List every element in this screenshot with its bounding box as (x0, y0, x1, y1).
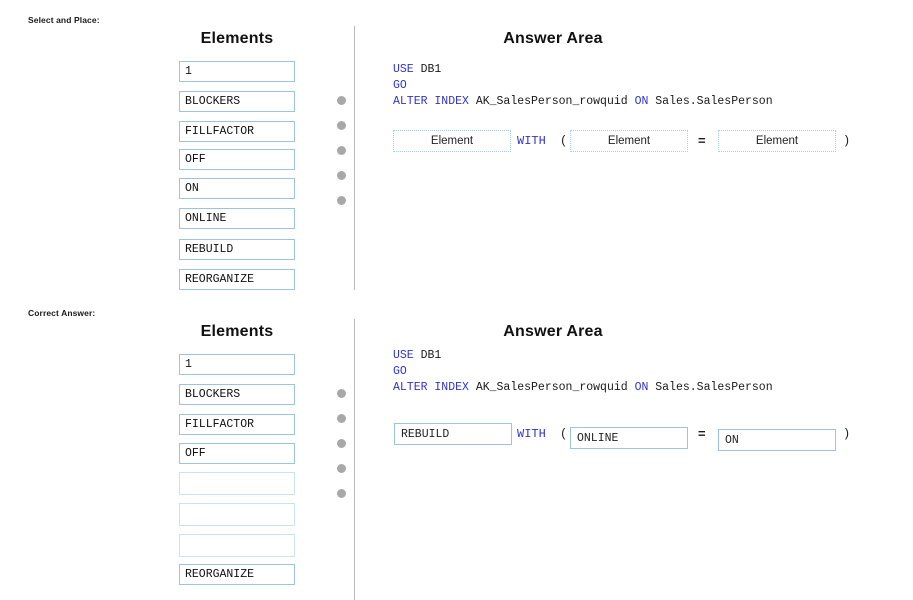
sql-text-db: DB1 (413, 63, 442, 76)
answer-slot-3[interactable]: ON (718, 429, 836, 451)
drag-dot[interactable] (337, 121, 346, 130)
elements-heading: Elements (200, 30, 274, 47)
element-item[interactable]: OFF (179, 443, 295, 464)
drag-dot[interactable] (337, 389, 346, 398)
equals-sign: = (698, 426, 706, 441)
element-item[interactable]: 1 (179, 61, 295, 82)
drag-dot[interactable] (337, 439, 346, 448)
drag-dot[interactable] (337, 196, 346, 205)
answer-area-heading: Answer Area (503, 30, 603, 47)
equals-sign: = (698, 133, 706, 148)
element-item[interactable]: REORGANIZE (179, 564, 295, 585)
vertical-divider (354, 319, 355, 600)
drag-dot[interactable] (337, 489, 346, 498)
sql-keyword-with: WITH (517, 427, 546, 441)
open-paren: ( (560, 427, 568, 441)
element-item-empty[interactable] (179, 472, 295, 495)
sql-keyword-on: ON (634, 95, 649, 108)
answer-slot-2[interactable]: ONLINE (570, 427, 688, 449)
element-item[interactable]: ON (179, 178, 295, 199)
open-paren: ( (560, 134, 568, 148)
sql-keyword-use: USE (393, 349, 414, 362)
sql-identifier-table: Sales.SalesPerson (648, 95, 773, 108)
element-item[interactable]: BLOCKERS (179, 91, 295, 112)
answer-slot-1[interactable]: Element (393, 130, 511, 152)
sql-keyword-on: ON (634, 381, 649, 394)
answer-area-heading: Answer Area (503, 323, 603, 340)
element-item[interactable]: REORGANIZE (179, 269, 295, 290)
close-paren: ) (843, 427, 851, 441)
drag-dot[interactable] (337, 464, 346, 473)
sql-identifier-index: AK_SalesPerson_rowquid (468, 381, 635, 394)
sql-keyword-go: GO (393, 79, 407, 92)
drag-dot[interactable] (337, 171, 346, 180)
answer-slot-2[interactable]: Element (570, 130, 688, 152)
element-item[interactable]: FILLFACTOR (179, 414, 295, 435)
sql-keyword-go: GO (393, 365, 407, 378)
section-label-correct-answer: Correct Answer: (28, 308, 96, 318)
vertical-divider (354, 26, 355, 290)
element-item[interactable]: 1 (179, 354, 295, 375)
elements-heading: Elements (200, 323, 274, 340)
sql-code-block: USE DB1 GO ALTER INDEX AK_SalesPerson_ro… (393, 62, 773, 110)
answer-slot-1[interactable]: REBUILD (394, 423, 512, 445)
element-item[interactable]: OFF (179, 149, 295, 170)
element-item[interactable]: FILLFACTOR (179, 121, 295, 142)
element-item[interactable]: ONLINE (179, 208, 295, 229)
sql-keyword-with: WITH (517, 134, 546, 148)
drag-dot[interactable] (337, 146, 346, 155)
drag-dot[interactable] (337, 414, 346, 423)
answer-slot-3[interactable]: Element (718, 130, 836, 152)
sql-text-db: DB1 (413, 349, 442, 362)
element-item[interactable]: REBUILD (179, 239, 295, 260)
close-paren: ) (843, 134, 851, 148)
element-item-empty[interactable] (179, 534, 295, 557)
element-item-empty[interactable] (179, 503, 295, 526)
answer-row: Element WITH ( Element = Element ) (393, 130, 853, 156)
section-label-select-and-place: Select and Place: (28, 15, 100, 25)
sql-keyword-alter-index: ALTER INDEX (393, 95, 469, 108)
sql-identifier-table: Sales.SalesPerson (648, 381, 773, 394)
drag-dot[interactable] (337, 96, 346, 105)
sql-identifier-index: AK_SalesPerson_rowquid (468, 95, 635, 108)
sql-keyword-use: USE (393, 63, 414, 76)
answer-row: REBUILD WITH ( ONLINE = ON ) (393, 423, 853, 451)
element-item[interactable]: BLOCKERS (179, 384, 295, 405)
sql-code-block: USE DB1 GO ALTER INDEX AK_SalesPerson_ro… (393, 348, 773, 396)
sql-keyword-alter-index: ALTER INDEX (393, 381, 469, 394)
